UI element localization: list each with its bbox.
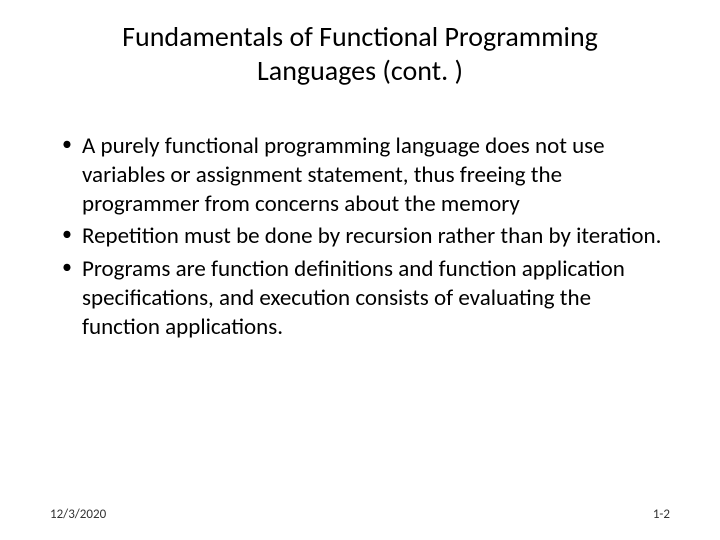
slide-content: A purely functional programming language… bbox=[50, 132, 670, 341]
footer-page-number: 1-2 bbox=[653, 507, 670, 522]
bullet-item: Repetition must be done by recursion rat… bbox=[60, 222, 670, 251]
bullet-item: Programs are function definitions and fu… bbox=[60, 255, 670, 341]
bullet-list: A purely functional programming language… bbox=[60, 132, 670, 341]
slide-container: Fundamentals of Functional Programming L… bbox=[0, 0, 720, 540]
slide-title: Fundamentals of Functional Programming L… bbox=[50, 20, 670, 87]
bullet-item: A purely functional programming language… bbox=[60, 132, 670, 218]
slide-footer: 12/3/2020 1-2 bbox=[50, 507, 670, 522]
footer-date: 12/3/2020 bbox=[50, 507, 106, 522]
